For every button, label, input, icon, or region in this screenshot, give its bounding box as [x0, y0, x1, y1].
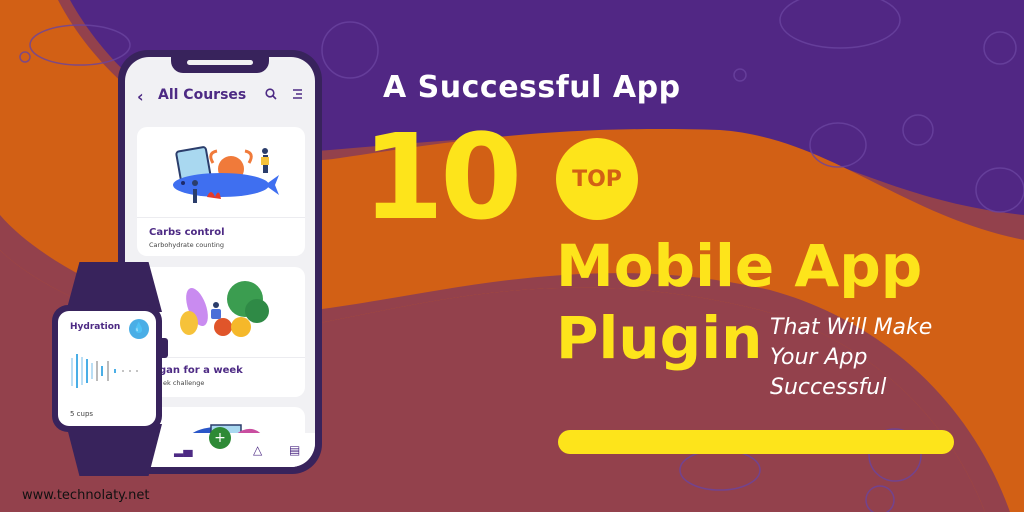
watch-screen: Hydration 💧 5 cups — [58, 311, 156, 426]
course-title: gan for a week — [159, 365, 243, 376]
tagline: That Will Make Your App Successful — [770, 313, 932, 403]
course-subtitle: Carbohydrate counting — [149, 241, 225, 249]
water-drop-icon: 💧 — [129, 319, 149, 339]
smartwatch-mockup: Hydration 💧 5 cups — [52, 305, 162, 432]
course-card[interactable]: Carbs control Carbohydrate counting — [137, 127, 305, 256]
top-badge: TOP — [556, 138, 638, 220]
bell-icon[interactable]: △ — [253, 443, 262, 457]
watch-title: Hydration — [70, 322, 121, 332]
app-header: ‹ All Courses — [125, 85, 315, 109]
stats-icon[interactable]: ▂▄ — [174, 443, 192, 457]
course-subtitle: ek challenge — [163, 379, 205, 387]
top-badge-label: TOP — [572, 166, 622, 192]
seafood-illustration — [137, 127, 305, 218]
search-icon[interactable] — [265, 88, 277, 100]
watch-cups-count: 5 cups — [70, 410, 94, 418]
headline-line2: Plugin — [556, 304, 763, 372]
tagline-line: That Will Make — [770, 315, 933, 340]
profile-icon[interactable]: ▤ — [289, 443, 300, 457]
kicker-text: A Successful App — [383, 70, 681, 105]
course-title: Carbs control — [149, 227, 225, 238]
phone-speaker — [187, 60, 253, 65]
number-ten: 10 — [362, 108, 522, 246]
tagline-line: Successful — [770, 375, 887, 400]
headline-line1: Mobile App — [556, 232, 923, 300]
page-title: All Courses — [158, 87, 247, 103]
phone-notch — [171, 57, 269, 73]
chevron-left-icon[interactable]: ‹ — [137, 87, 144, 106]
add-button[interactable]: + — [209, 427, 231, 449]
accent-bar — [558, 430, 954, 454]
menu-icon[interactable] — [292, 89, 303, 99]
tagline-line: Your App — [770, 345, 868, 370]
hydration-waveform — [71, 354, 138, 388]
course-card[interactable]: gan for a week ek challenge — [137, 267, 305, 397]
website-url[interactable]: www.technolaty.net — [22, 488, 150, 503]
